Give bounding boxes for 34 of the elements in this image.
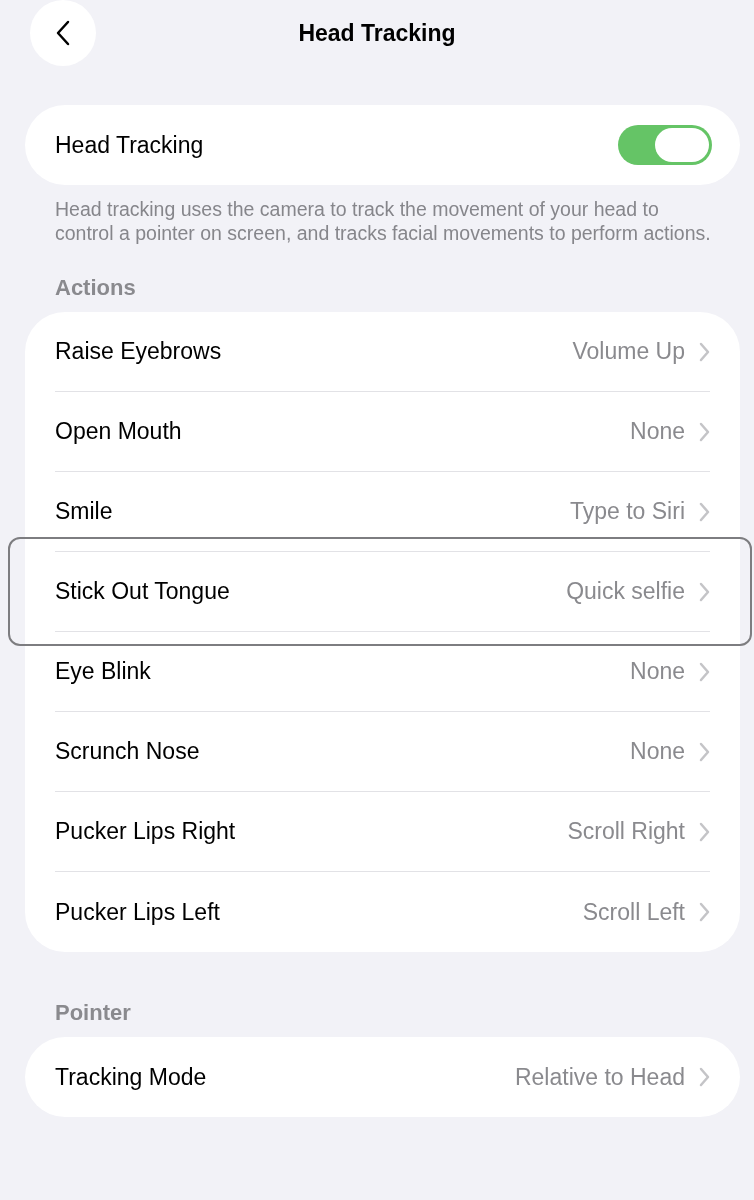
row-label: Open Mouth	[55, 418, 182, 445]
row-value: Quick selfie	[566, 578, 685, 605]
row-value: None	[630, 418, 685, 445]
chevron-right-icon	[699, 661, 710, 682]
row-value: Volume Up	[572, 338, 685, 365]
row-value: None	[630, 658, 685, 685]
section-header: Pointer	[54, 1000, 132, 1026]
chevron-right-icon	[699, 581, 710, 602]
row-label: Tracking Mode	[55, 1063, 207, 1091]
row-value: Type to Siri	[569, 498, 685, 525]
chevron-right-icon	[699, 501, 710, 522]
row-label: Smile	[55, 498, 113, 525]
row-label: Eye Blink	[55, 658, 151, 685]
description-text: Head tracking uses the camera to track the movement of your head to control a pointer on screen, and tracks facial movements to perform actions.	[54, 197, 712, 245]
row-label: Stick Out Tongue	[55, 578, 230, 605]
row-label: Pucker Lips Right	[55, 818, 236, 845]
chevron-right-icon	[699, 1067, 710, 1087]
row-value: Relative to Head	[514, 1063, 685, 1091]
row-label: Raise Eyebrows	[55, 338, 222, 365]
chevron-right-icon	[699, 902, 710, 922]
row-value: Scroll Left	[582, 898, 685, 926]
row-value: None	[630, 738, 685, 765]
chevron-left-icon	[56, 20, 70, 46]
page-title: Head Tracking	[298, 19, 456, 47]
chevron-right-icon	[699, 741, 710, 762]
toggle-label: Head Tracking	[55, 131, 204, 159]
chevron-right-icon	[699, 421, 710, 442]
chevron-right-icon	[699, 341, 710, 362]
row-label: Scrunch Nose	[55, 738, 200, 765]
section-header: Actions	[54, 275, 137, 301]
row-label: Pucker Lips Left	[55, 898, 220, 926]
chevron-right-icon	[699, 821, 710, 842]
toggle-switch[interactable]	[618, 125, 712, 165]
row-value: Scroll Right	[567, 818, 685, 845]
